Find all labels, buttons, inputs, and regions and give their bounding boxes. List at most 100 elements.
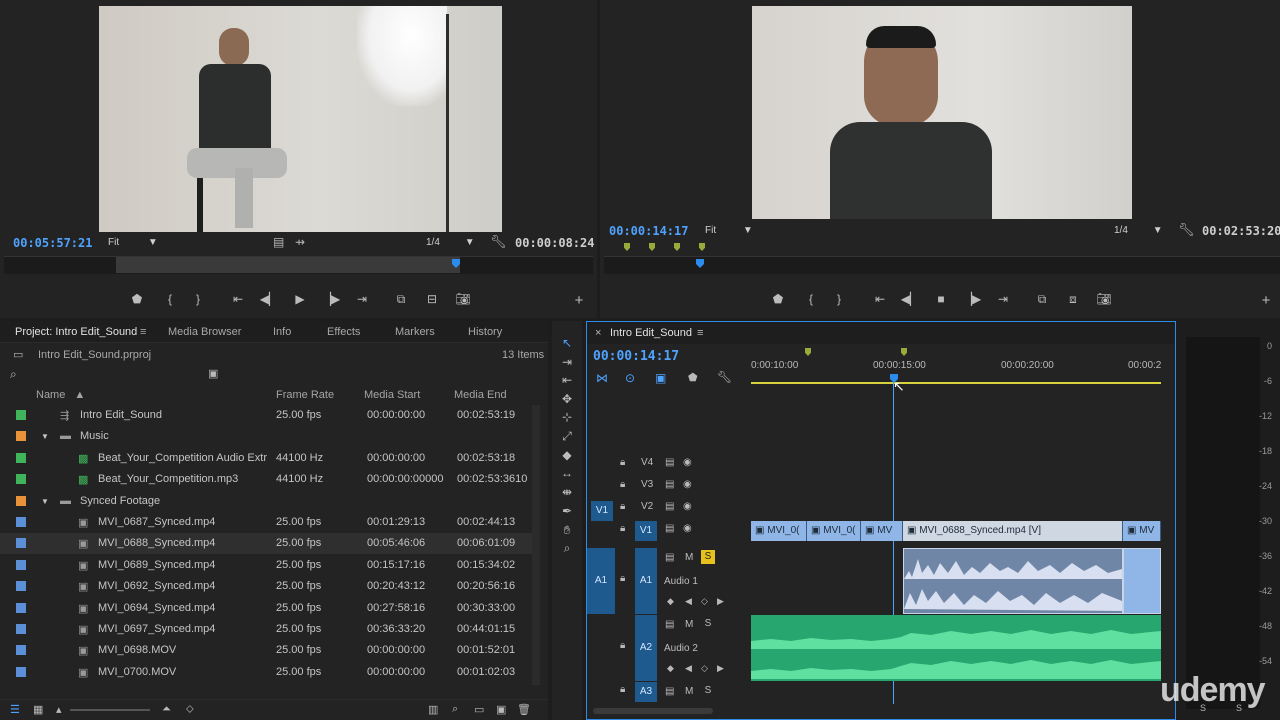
timeline-horizontal-scrollbar[interactable] (593, 708, 713, 714)
stop-icon[interactable]: ■ (931, 292, 951, 306)
rolling-edit-tool-icon[interactable]: ⊹ (559, 410, 575, 426)
source-resolution-dropdown[interactable]: 1/4 ▼ (426, 237, 475, 248)
tab-markers[interactable]: Markers (395, 326, 435, 338)
lock-icon[interactable]: 🔒︎ (620, 501, 625, 512)
go-to-out-icon[interactable]: ⇥ (993, 292, 1013, 306)
wrench-icon[interactable]: 🔧︎ (490, 234, 507, 250)
label-color-swatch[interactable] (16, 452, 26, 463)
source-time-ruler[interactable] (4, 256, 593, 274)
track-select-tool-icon[interactable]: ⇥ (559, 355, 575, 371)
tab-effects[interactable]: Effects (327, 326, 360, 338)
project-item-row[interactable]: ▣ MVI_0697_Synced.mp4 25.00 fps 00:36:33:20… (0, 619, 540, 640)
marker[interactable] (624, 243, 630, 251)
drag-video-icon[interactable]: ⇸ (295, 235, 305, 249)
search-icon[interactable]: ⌕ (10, 367, 17, 382)
label-color-swatch[interactable] (16, 559, 26, 570)
timeline-timecode[interactable]: 00:00:14:17 (593, 349, 679, 364)
project-item-row[interactable]: ▩ Beat_Your_Competition.mp3 44100 Hz 00:00:… (0, 469, 540, 490)
track-target-a2[interactable]: A2 (635, 615, 657, 681)
eye-icon[interactable]: ◉ (683, 479, 692, 490)
solo-button[interactable]: S (701, 550, 715, 564)
label-color-swatch[interactable] (16, 624, 26, 634)
tab-info[interactable]: Info (273, 326, 291, 338)
lock-icon[interactable]: 🔒︎ (620, 573, 625, 584)
source-patch-a1[interactable]: A1 (587, 548, 615, 614)
export-frame-icon[interactable]: ▤ (273, 235, 284, 249)
toggle-sync-lock-icon[interactable]: ▤ (665, 479, 674, 490)
camera-icon[interactable]: 📷︎ (453, 292, 473, 306)
label-color-swatch[interactable] (16, 645, 26, 656)
add-button-icon[interactable]: + (569, 292, 589, 309)
add-button-icon[interactable]: + (1256, 292, 1276, 309)
add-marker-icon[interactable]: ⬟ (127, 292, 147, 306)
mute-button[interactable]: M (685, 552, 693, 563)
overwrite-icon[interactable]: ⊟ (422, 292, 442, 306)
column-media-end[interactable]: Media End (454, 389, 507, 401)
nest-icon[interactable]: ▣ (655, 371, 666, 385)
zoom-tool-icon[interactable]: ⌕ (559, 541, 575, 557)
zoom-slider[interactable] (70, 709, 150, 711)
clip-v1[interactable]: ▣ MVI_0( (751, 521, 807, 541)
step-back-icon[interactable]: ◀▏ (259, 292, 279, 306)
label-color-swatch[interactable] (16, 666, 26, 677)
slip-tool-icon[interactable]: ↔ (559, 466, 575, 482)
pen-tool-icon[interactable]: ✒ (559, 504, 575, 520)
label-color-swatch[interactable] (16, 602, 26, 613)
close-tab-icon[interactable]: × (595, 327, 601, 339)
column-frame-rate[interactable]: Frame Rate (276, 389, 334, 401)
solo-button[interactable]: S (701, 617, 715, 631)
sync-lock-icon[interactable]: ▤ (665, 686, 674, 697)
project-item-row[interactable]: ▣ MVI_0698.MOV 25.00 fps 00:00:00:00 00:01:5… (0, 640, 540, 661)
track-target-v1[interactable]: V1 (635, 521, 657, 541)
eye-icon[interactable]: ◉ (683, 501, 692, 512)
find-icon[interactable]: ⌕ (452, 703, 458, 716)
go-to-out-icon[interactable]: ⇥ (352, 292, 372, 306)
new-bin-icon[interactable]: ▭ (474, 703, 484, 716)
clip-v1[interactable]: ▣ MV (1123, 521, 1161, 541)
step-forward-icon[interactable]: ▕▶ (962, 292, 982, 306)
marker[interactable] (699, 243, 705, 251)
go-to-in-icon[interactable]: ⇤ (228, 292, 248, 306)
project-scrollbar[interactable] (532, 405, 540, 685)
label-color-swatch[interactable] (16, 581, 26, 592)
keyframe-icon[interactable]: ◆ (667, 596, 674, 607)
panel-menu-icon[interactable]: ≡ (140, 326, 146, 338)
linked-selection-icon[interactable]: ⊙ (625, 371, 635, 385)
track-target-a1[interactable]: A1 (635, 548, 657, 614)
step-back-icon[interactable]: ◀▏ (900, 292, 920, 306)
clip-v1[interactable]: ▣ MVI_0( (807, 521, 861, 541)
eye-icon[interactable]: ◉ (683, 523, 692, 534)
list-view-icon[interactable]: ☰ (10, 703, 20, 716)
project-item-row[interactable]: ⇶ Intro Edit_Sound 25.00 fps 00:00:00:00 00:… (0, 405, 540, 426)
slide-tool-icon[interactable]: ⇼ (559, 485, 575, 501)
add-keyframe-icon[interactable]: ◇ (701, 596, 708, 607)
wrench-icon[interactable]: 🔧︎ (1178, 222, 1195, 238)
source-timecode[interactable]: 00:05:57:21 (13, 236, 92, 250)
work-area-bar[interactable] (751, 382, 1161, 384)
label-color-swatch[interactable] (16, 410, 26, 420)
marker[interactable] (674, 243, 680, 251)
prev-keyframe-icon[interactable]: ◀ (685, 596, 692, 607)
label-color-swatch[interactable] (16, 538, 26, 549)
hand-tool-icon[interactable]: ✋︎ (559, 523, 575, 539)
mute-button[interactable]: M (685, 686, 693, 697)
clip-v1[interactable]: ▣ MV (861, 521, 903, 541)
marker[interactable] (805, 348, 811, 356)
source-fit-dropdown[interactable]: Fit ▼ (108, 237, 158, 248)
track-select-backward-icon[interactable]: ⇤ (559, 373, 575, 389)
project-folder-row[interactable]: ▼ ▬ Synced Footage (0, 491, 540, 512)
disclosure-triangle-icon[interactable]: ▼ (41, 432, 49, 441)
clip-a1[interactable] (1123, 548, 1161, 614)
new-item-icon[interactable]: ▥ (428, 703, 438, 716)
sync-lock-icon[interactable]: ▤ (665, 619, 674, 630)
clip-v1-main[interactable]: ▣ MVI_0688_Synced.mp4 [V] (903, 521, 1123, 541)
toggle-sync-lock-icon[interactable]: ▤ (665, 457, 674, 468)
lift-icon[interactable]: ⧉ (1032, 292, 1052, 307)
step-forward-icon[interactable]: ▕▶ (321, 292, 341, 306)
label-color-swatch[interactable] (16, 495, 26, 506)
track-target-a3[interactable]: A3 (635, 682, 657, 702)
program-timecode[interactable]: 00:00:14:17 (609, 224, 688, 238)
go-to-in-icon[interactable]: ⇤ (870, 292, 890, 306)
project-item-row[interactable]: ▩ Beat_Your_Competition Audio Extr 44100 H… (0, 448, 540, 469)
snap-icon[interactable]: ⋈ (596, 371, 608, 385)
